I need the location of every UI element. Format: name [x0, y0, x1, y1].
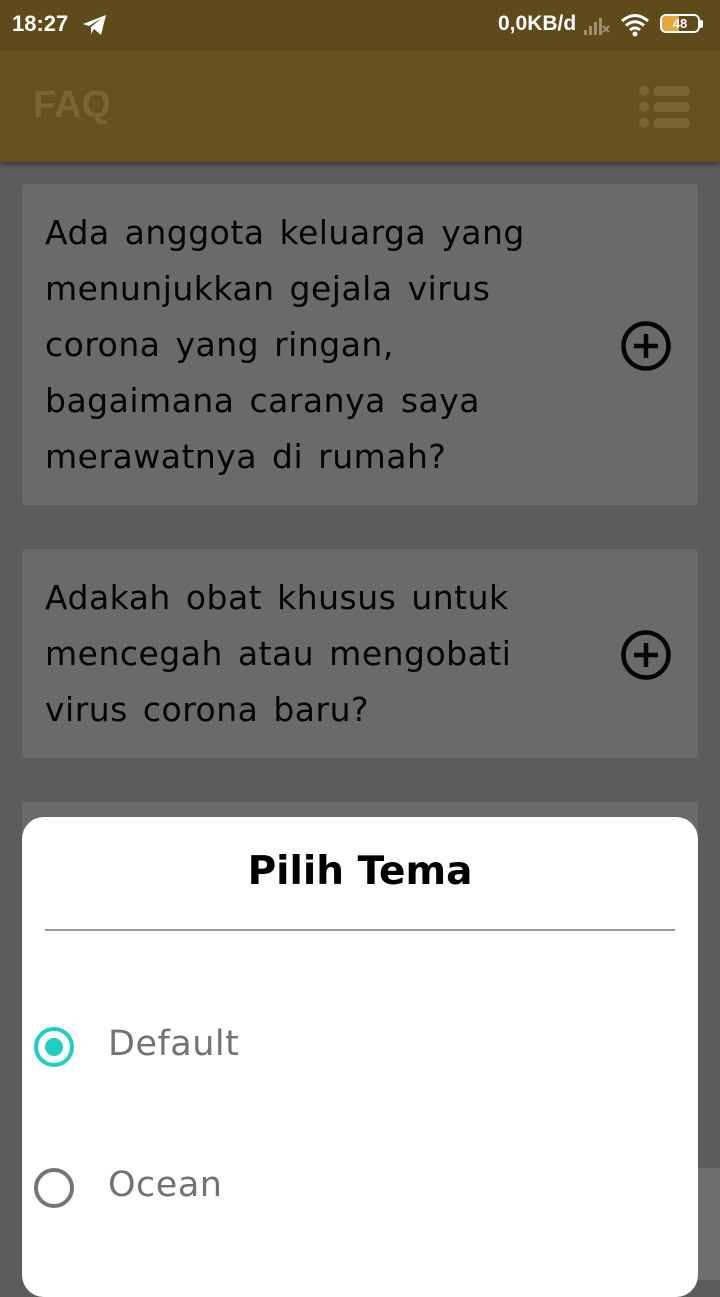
theme-option-default[interactable]: Default	[22, 1002, 698, 1092]
telegram-icon	[83, 15, 106, 35]
wifi-icon	[621, 14, 649, 37]
faq-question: Ada anggota keluarga yang menunjukkan ge…	[45, 213, 525, 476]
theme-option-label: Ocean	[108, 1165, 223, 1205]
signal-icon	[584, 18, 610, 35]
theme-option-ocean[interactable]: Ocean	[22, 1143, 698, 1233]
battery-level: 48	[672, 16, 688, 31]
battery-icon: 48	[660, 14, 704, 35]
faq-item[interactable]: Adakah obat khusus untuk mencegah atau m…	[22, 549, 698, 758]
plus-circle-icon[interactable]	[620, 320, 672, 372]
radio-unchecked-icon[interactable]	[34, 1168, 74, 1208]
app-bar: FAQ	[0, 50, 720, 162]
faq-item[interactable]: Ada anggota keluarga yang menunjukkan ge…	[22, 184, 698, 505]
theme-dialog: Pilih Tema Default Ocean	[22, 817, 698, 1297]
data-speed: 0,0KB/d	[498, 12, 577, 35]
page-title: FAQ	[33, 84, 112, 126]
theme-option-label: Default	[108, 1024, 240, 1064]
radio-checked-icon[interactable]	[34, 1027, 74, 1067]
menu-icon[interactable]	[638, 86, 690, 128]
background-strip	[698, 1168, 720, 1280]
plus-circle-icon[interactable]	[620, 629, 672, 681]
faq-question: Adakah obat khusus untuk mencegah atau m…	[45, 578, 512, 729]
status-time: 18:27	[12, 11, 69, 36]
status-bar: 18:27 0,0KB/d 48	[0, 0, 720, 50]
divider	[45, 929, 675, 931]
dialog-title: Pilih Tema	[247, 849, 473, 894]
